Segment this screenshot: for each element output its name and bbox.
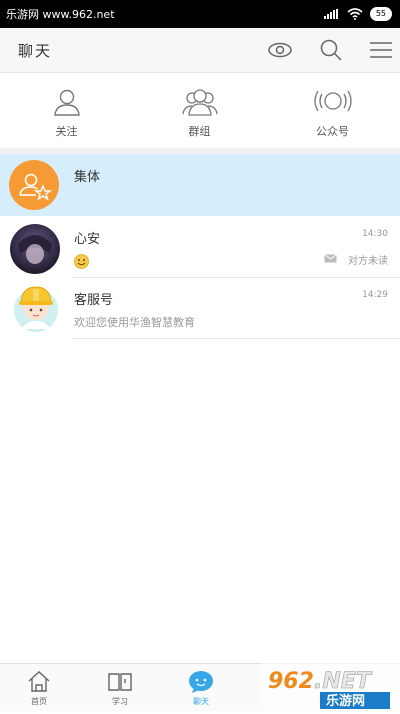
row-divider <box>72 338 400 339</box>
wifi-icon <box>347 8 363 20</box>
nav-study[interactable]: 学习 <box>81 664 159 711</box>
quick-follow-label: 关注 <box>55 125 78 138</box>
eye-icon[interactable] <box>267 37 293 63</box>
chat-name: 客服号 <box>74 293 114 308</box>
book-icon <box>108 673 132 691</box>
nav-chat[interactable]: 聊天 <box>162 664 240 711</box>
user-avatar <box>10 224 60 274</box>
chat-row-xinan[interactable]: 心安 14:30 对方未读 <box>0 216 400 278</box>
person-icon <box>53 89 80 116</box>
quick-access-row: 关注 群组 公众号 <box>0 73 400 153</box>
quick-groups[interactable]: 群组 <box>133 73 266 153</box>
signal-icon <box>323 9 338 19</box>
unread-status: 对方未读 <box>348 256 388 267</box>
chat-preview: 欢迎您使用华渔智慧教育 <box>74 316 195 329</box>
svg-text:.NET: .NET <box>314 669 373 694</box>
chat-row-customer-service[interactable]: 客服号 14:29 欢迎您使用华渔智慧教育 <box>0 278 400 340</box>
quick-follow[interactable]: 关注 <box>0 73 133 153</box>
chat-time: 14:29 <box>362 290 388 300</box>
broadcast-icon <box>313 90 352 112</box>
smiley-emoji-icon <box>74 254 89 269</box>
status-bar: 乐游网 www.962.net 55 <box>0 0 400 28</box>
group-icon <box>181 89 218 116</box>
search-icon[interactable] <box>318 37 344 63</box>
watermark-site-text: 乐游网 www.962.net <box>6 6 115 22</box>
nav-chat-label: 聊天 <box>193 697 209 706</box>
site-watermark-logo: 962 .NET 乐游网 <box>262 662 400 710</box>
chat-row-collective[interactable]: 集体 <box>0 154 400 216</box>
mail-icon <box>324 254 337 263</box>
chat-bubble-icon <box>189 671 213 693</box>
chat-time: 14:30 <box>362 229 388 239</box>
nav-home-label: 首页 <box>31 697 47 706</box>
nav-study-label: 学习 <box>112 697 128 706</box>
svg-text:乐游网: 乐游网 <box>326 693 365 709</box>
quick-official-accounts[interactable]: 公众号 <box>266 73 399 153</box>
quick-groups-label: 群组 <box>188 125 211 138</box>
status-icons: 55 <box>323 7 392 21</box>
quick-official-label: 公众号 <box>316 125 349 138</box>
group-avatar-icon <box>9 160 59 210</box>
home-icon <box>28 671 50 692</box>
menu-icon[interactable] <box>368 37 394 63</box>
page-title: 聊天 <box>18 42 53 60</box>
chat-name: 心安 <box>74 232 101 247</box>
chat-name: 集体 <box>74 170 101 185</box>
nav-home[interactable]: 首页 <box>0 664 78 711</box>
svg-text:962: 962 <box>268 669 314 694</box>
service-avatar <box>14 286 58 332</box>
app-header: 聊天 <box>0 28 400 73</box>
battery-indicator: 55 <box>369 7 392 21</box>
